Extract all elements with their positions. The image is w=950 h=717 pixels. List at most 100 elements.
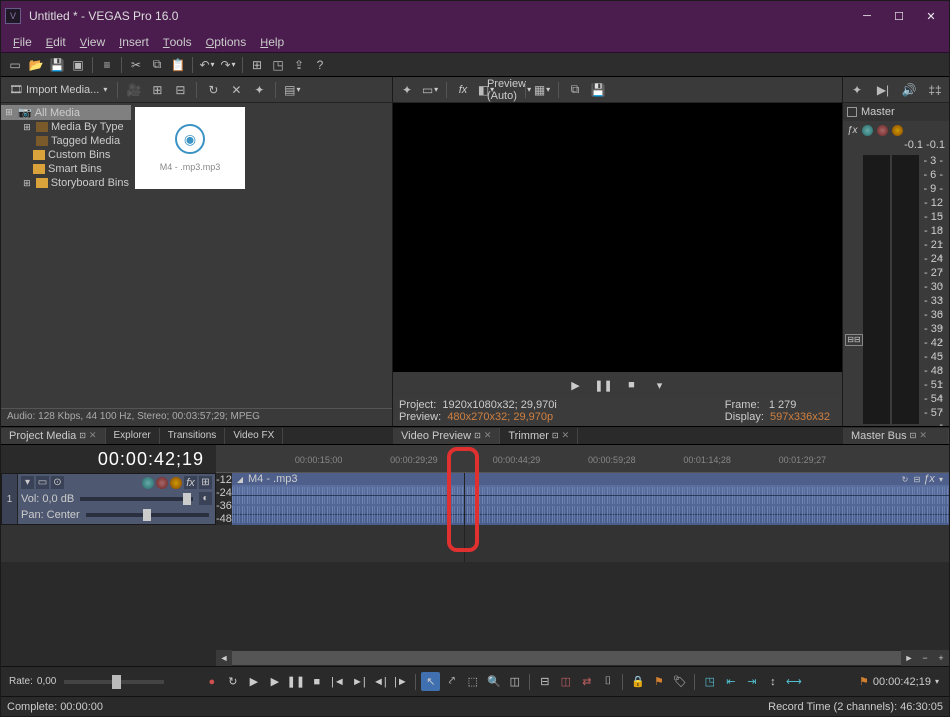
media-capture-button[interactable]: 🎥 bbox=[124, 80, 144, 100]
maximize-button[interactable]: ☐ bbox=[885, 5, 913, 27]
bin-storyboard[interactable]: ⊞Storyboard Bins bbox=[1, 176, 131, 190]
media-refresh-button[interactable]: ↻ bbox=[203, 80, 223, 100]
help-button[interactable]: ? bbox=[310, 55, 330, 75]
tab-explorer[interactable]: Explorer bbox=[106, 428, 160, 444]
normal-edit-tool[interactable]: ↖ bbox=[421, 672, 440, 691]
phase-icon[interactable]: ◐ bbox=[199, 492, 212, 505]
record-button[interactable]: ● bbox=[202, 672, 221, 691]
auto-crossfade[interactable]: ⌷ bbox=[598, 672, 617, 691]
preview-stop-button[interactable]: ■ bbox=[621, 376, 643, 394]
clip-menu-icon[interactable]: ▾ bbox=[936, 474, 946, 484]
cut-button[interactable]: ✂ bbox=[126, 55, 146, 75]
menu-options[interactable]: Options bbox=[200, 33, 253, 51]
undo-button[interactable]: ↶▾ bbox=[197, 55, 217, 75]
menu-file[interactable]: File bbox=[7, 33, 38, 51]
fx-icon[interactable]: ƒx bbox=[847, 125, 858, 136]
tab-video-preview[interactable]: Video Preview⊡✕ bbox=[393, 428, 500, 444]
master-insert-icon[interactable] bbox=[862, 125, 873, 136]
play-start-button[interactable]: ▶ bbox=[244, 672, 263, 691]
bin-tagged[interactable]: Tagged Media bbox=[1, 134, 131, 148]
media-views-button[interactable]: ▤▾ bbox=[282, 80, 302, 100]
timecode-menu[interactable]: ▾ bbox=[935, 677, 939, 686]
master-dim-button[interactable]: 🔊 bbox=[899, 80, 919, 100]
ignore-grouping[interactable]: ⚑ bbox=[649, 672, 668, 691]
snap-button[interactable]: ⊞ bbox=[247, 55, 267, 75]
clip-fade-icon[interactable]: ◢ bbox=[235, 474, 245, 484]
master-mute-icon[interactable] bbox=[847, 107, 857, 117]
redo-button[interactable]: ↷▾ bbox=[218, 55, 238, 75]
slip-tool[interactable]: ⟷ bbox=[784, 672, 803, 691]
track-arm-icon[interactable] bbox=[142, 477, 154, 489]
preview-device-button[interactable]: ▭▾ bbox=[420, 80, 440, 100]
master-solo-btn[interactable] bbox=[892, 125, 903, 136]
menu-help[interactable]: Help bbox=[254, 33, 290, 51]
prev-frame-button[interactable]: ◄| bbox=[370, 672, 389, 691]
tab-video-fx[interactable]: Video FX bbox=[225, 428, 283, 444]
trim-start[interactable]: ⇤ bbox=[721, 672, 740, 691]
master-downmix-button[interactable]: ‡‡ bbox=[925, 80, 945, 100]
marker-flag-icon[interactable]: ⚑ bbox=[859, 675, 869, 688]
preview-play-button[interactable]: ▶ bbox=[565, 376, 587, 394]
selection-tool[interactable]: ⬚ bbox=[463, 672, 482, 691]
trim-end[interactable]: ⇥ bbox=[742, 672, 761, 691]
save-button[interactable]: 💾 bbox=[47, 55, 67, 75]
media-scan-button[interactable]: ⊞ bbox=[147, 80, 167, 100]
go-end-button[interactable]: ►| bbox=[349, 672, 368, 691]
master-mute-btn[interactable] bbox=[877, 125, 888, 136]
transport-timecode[interactable]: 00:00:42;19 bbox=[873, 676, 931, 688]
pause-button[interactable]: ❚❚ bbox=[286, 672, 305, 691]
playhead[interactable] bbox=[464, 473, 465, 562]
tab-transitions[interactable]: Transitions bbox=[160, 428, 226, 444]
clip-lock-icon[interactable]: ⊟ bbox=[912, 474, 922, 484]
snap-toggle[interactable]: ⊟ bbox=[535, 672, 554, 691]
clip-loop-icon[interactable]: ↻ bbox=[900, 474, 910, 484]
zoom-in-button[interactable]: + bbox=[933, 650, 949, 666]
menu-view[interactable]: View bbox=[74, 33, 111, 51]
track-maximize-icon[interactable]: ▭ bbox=[36, 476, 49, 489]
track-automation-icon[interactable]: ⊞ bbox=[199, 476, 212, 489]
preview-copy-button[interactable]: ⧉ bbox=[565, 80, 585, 100]
menu-tools[interactable]: Tools bbox=[157, 33, 198, 51]
minimize-button[interactable]: ─ bbox=[853, 5, 881, 27]
next-frame-button[interactable]: |► bbox=[391, 672, 410, 691]
stop-button[interactable]: ■ bbox=[307, 672, 326, 691]
rate-slider[interactable] bbox=[64, 680, 164, 684]
timeline-ruler[interactable]: 00:00:15;0000:00:29;2900:00:44;2900:00:5… bbox=[216, 445, 949, 473]
media-thumbnails[interactable]: ◉ M4 - .mp3.mp3 bbox=[131, 103, 392, 408]
media-web-button[interactable]: ⊟ bbox=[170, 80, 190, 100]
video-preview[interactable] bbox=[393, 103, 842, 372]
track-record-icon[interactable]: ⊙ bbox=[51, 476, 64, 489]
media-bins-tree[interactable]: ⊞📷All Media ⊞Media By Type Tagged Media … bbox=[1, 103, 131, 408]
tab-master-bus[interactable]: Master Bus⊡✕ bbox=[843, 428, 949, 444]
track-content[interactable]: -12--24--36--48- ◢ M4 - .mp3 ↻ ⊟ ƒx ▾ bbox=[216, 473, 949, 562]
bin-all-media[interactable]: ⊞📷All Media bbox=[1, 105, 131, 120]
media-remove-button[interactable]: ✕ bbox=[226, 80, 246, 100]
copy-button[interactable]: ⧉ bbox=[147, 55, 167, 75]
close-button[interactable]: ✕ bbox=[917, 5, 945, 27]
split-button[interactable]: ↕ bbox=[763, 672, 782, 691]
scroll-left-button[interactable]: ◄ bbox=[216, 650, 232, 666]
timeline-timecode[interactable]: 00:00:42;19 bbox=[98, 449, 204, 470]
track-mute-icon[interactable] bbox=[156, 477, 168, 489]
track-header-1[interactable]: 1 ▾ ▭ ⊙ fx ⊞ bbox=[1, 473, 216, 525]
media-item[interactable]: ◉ M4 - .mp3.mp3 bbox=[135, 107, 245, 189]
preview-save-button[interactable]: 💾 bbox=[588, 80, 608, 100]
master-prev-button[interactable]: ▶| bbox=[873, 80, 893, 100]
tab-trimmer[interactable]: Trimmer⊡✕ bbox=[500, 428, 578, 444]
bin-custom[interactable]: Custom Bins bbox=[1, 148, 131, 162]
master-settings-button[interactable]: ✦ bbox=[847, 80, 867, 100]
auto-ripple[interactable]: ⇄ bbox=[577, 672, 596, 691]
properties-button[interactable]: ≡ bbox=[97, 55, 117, 75]
preview-settings-button[interactable]: ✦ bbox=[397, 80, 417, 100]
go-start-button[interactable]: |◄ bbox=[328, 672, 347, 691]
lock-envelopes[interactable]: 🔒 bbox=[628, 672, 647, 691]
volume-slider[interactable] bbox=[80, 497, 193, 501]
scroll-right-button[interactable]: ► bbox=[901, 650, 917, 666]
zoom-out-button[interactable]: − bbox=[917, 650, 933, 666]
scroll-thumb[interactable] bbox=[232, 651, 901, 665]
preview-quality-button[interactable]: Preview (Auto)▾ bbox=[499, 80, 519, 100]
loop-button[interactable]: ↻ bbox=[223, 672, 242, 691]
clip-fx-label[interactable]: ƒx bbox=[924, 474, 934, 484]
open-button[interactable]: 📂 bbox=[26, 55, 46, 75]
new-button[interactable]: ▭ bbox=[5, 55, 25, 75]
